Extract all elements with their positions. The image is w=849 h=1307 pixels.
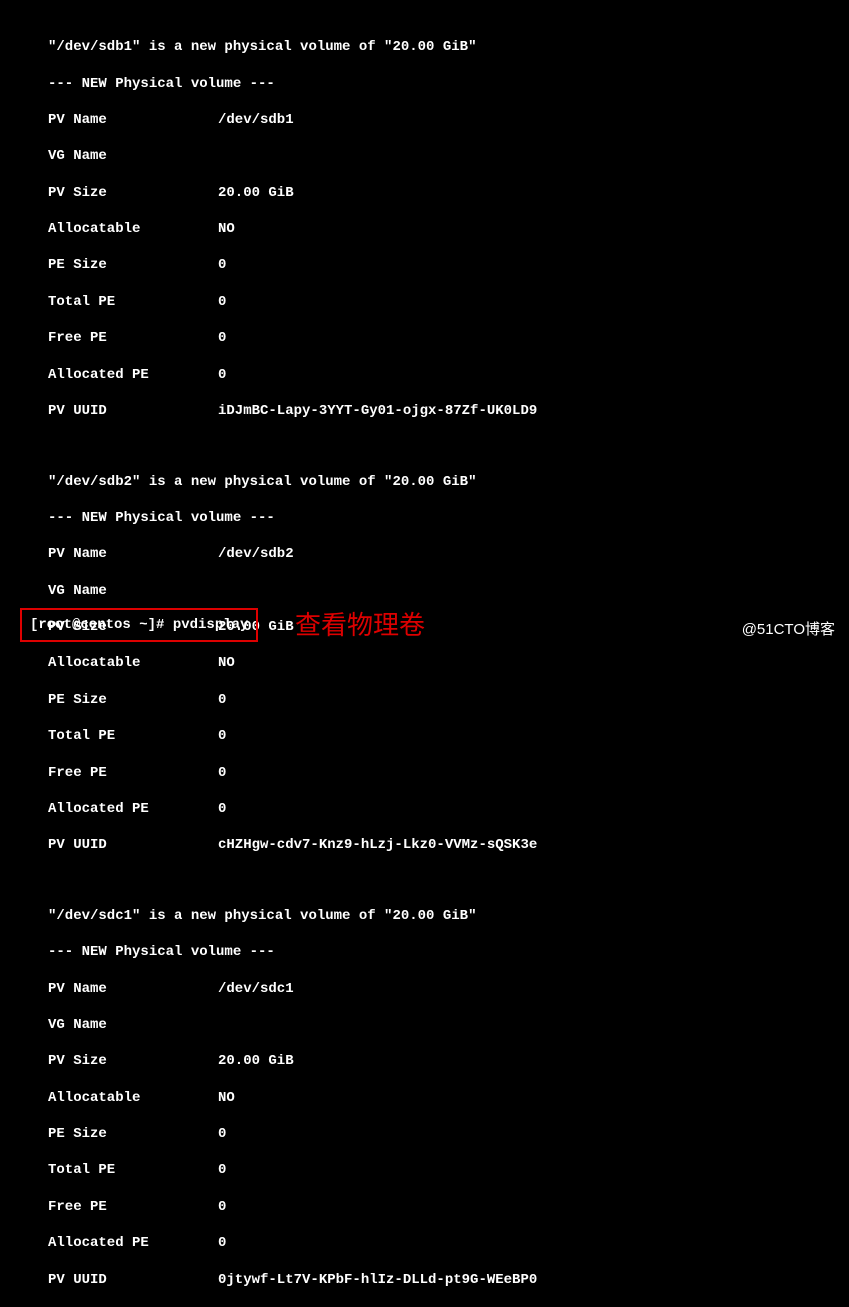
pv-name: /dev/sdb2 xyxy=(218,545,294,563)
allocated-pe: 0 xyxy=(218,1234,226,1252)
watermark: @51CTO博客 xyxy=(742,620,835,640)
pv-size: 20.00 GiB xyxy=(218,184,294,202)
allocated-pe: 0 xyxy=(218,366,226,384)
total-pe: 0 xyxy=(218,1161,226,1179)
field-label: PV Size xyxy=(48,1052,218,1070)
field-label: PE Size xyxy=(48,1125,218,1143)
pv-size: 20.00 GiB xyxy=(218,1052,294,1070)
prompt-highlight-box: [root@centos ~]# pvdisplay xyxy=(20,608,258,642)
free-pe: 0 xyxy=(218,764,226,782)
field-label: Free PE xyxy=(48,764,218,782)
pv-intro: "/dev/sdc1" is a new physical volume of … xyxy=(48,907,849,925)
allocatable: NO xyxy=(218,1089,235,1107)
pv-uuid: iDJmBC-Lapy-3YYT-Gy01-ojgx-87Zf-UK0LD9 xyxy=(218,402,537,420)
field-label: PV Name xyxy=(48,980,218,998)
free-pe: 0 xyxy=(218,329,226,347)
field-label: Allocatable xyxy=(48,220,218,238)
total-pe: 0 xyxy=(218,727,226,745)
pv-uuid: cHZHgw-cdv7-Knz9-hLzj-Lkz0-VVMz-sQSK3e xyxy=(218,836,537,854)
pv-header: --- NEW Physical volume --- xyxy=(48,509,849,527)
field-label: PV Name xyxy=(48,545,218,563)
field-label: PV UUID xyxy=(48,1271,218,1289)
field-label: Allocatable xyxy=(48,1089,218,1107)
pe-size: 0 xyxy=(218,691,226,709)
pe-size: 0 xyxy=(218,256,226,274)
shell-prompt[interactable]: [root@centos ~]# pvdisplay xyxy=(30,617,248,633)
pv-header: --- NEW Physical volume --- xyxy=(48,943,849,961)
field-label: VG Name xyxy=(48,582,218,600)
allocated-pe: 0 xyxy=(218,800,226,818)
free-pe: 0 xyxy=(218,1198,226,1216)
pv-header: --- NEW Physical volume --- xyxy=(48,75,849,93)
field-label: PE Size xyxy=(48,691,218,709)
total-pe: 0 xyxy=(218,293,226,311)
field-label: Total PE xyxy=(48,1161,218,1179)
field-label: Allocatable xyxy=(48,654,218,672)
field-label: Total PE xyxy=(48,293,218,311)
field-label: Allocated PE xyxy=(48,800,218,818)
field-label: VG Name xyxy=(48,1016,218,1034)
field-label: Free PE xyxy=(48,329,218,347)
pv-intro: "/dev/sdb1" is a new physical volume of … xyxy=(48,38,849,56)
field-label: Total PE xyxy=(48,727,218,745)
field-label: PV UUID xyxy=(48,836,218,854)
field-label: VG Name xyxy=(48,147,218,165)
pv-name: /dev/sdc1 xyxy=(218,980,294,998)
pv-uuid: 0jtywf-Lt7V-KPbF-hlIz-DLLd-pt9G-WEeBP0 xyxy=(218,1271,537,1289)
field-label: Allocated PE xyxy=(48,1234,218,1252)
pe-size: 0 xyxy=(218,1125,226,1143)
field-label: PV UUID xyxy=(48,402,218,420)
pv-name: /dev/sdb1 xyxy=(218,111,294,129)
field-label: PV Size xyxy=(48,184,218,202)
pv-intro: "/dev/sdb2" is a new physical volume of … xyxy=(48,473,849,491)
annotation-text: 查看物理卷 xyxy=(295,609,425,643)
field-label: PV Name xyxy=(48,111,218,129)
terminal-output: "/dev/sdb1" is a new physical volume of … xyxy=(0,0,849,1307)
field-label: PE Size xyxy=(48,256,218,274)
allocatable: NO xyxy=(218,654,235,672)
allocatable: NO xyxy=(218,220,235,238)
field-label: Free PE xyxy=(48,1198,218,1216)
field-label: Allocated PE xyxy=(48,366,218,384)
